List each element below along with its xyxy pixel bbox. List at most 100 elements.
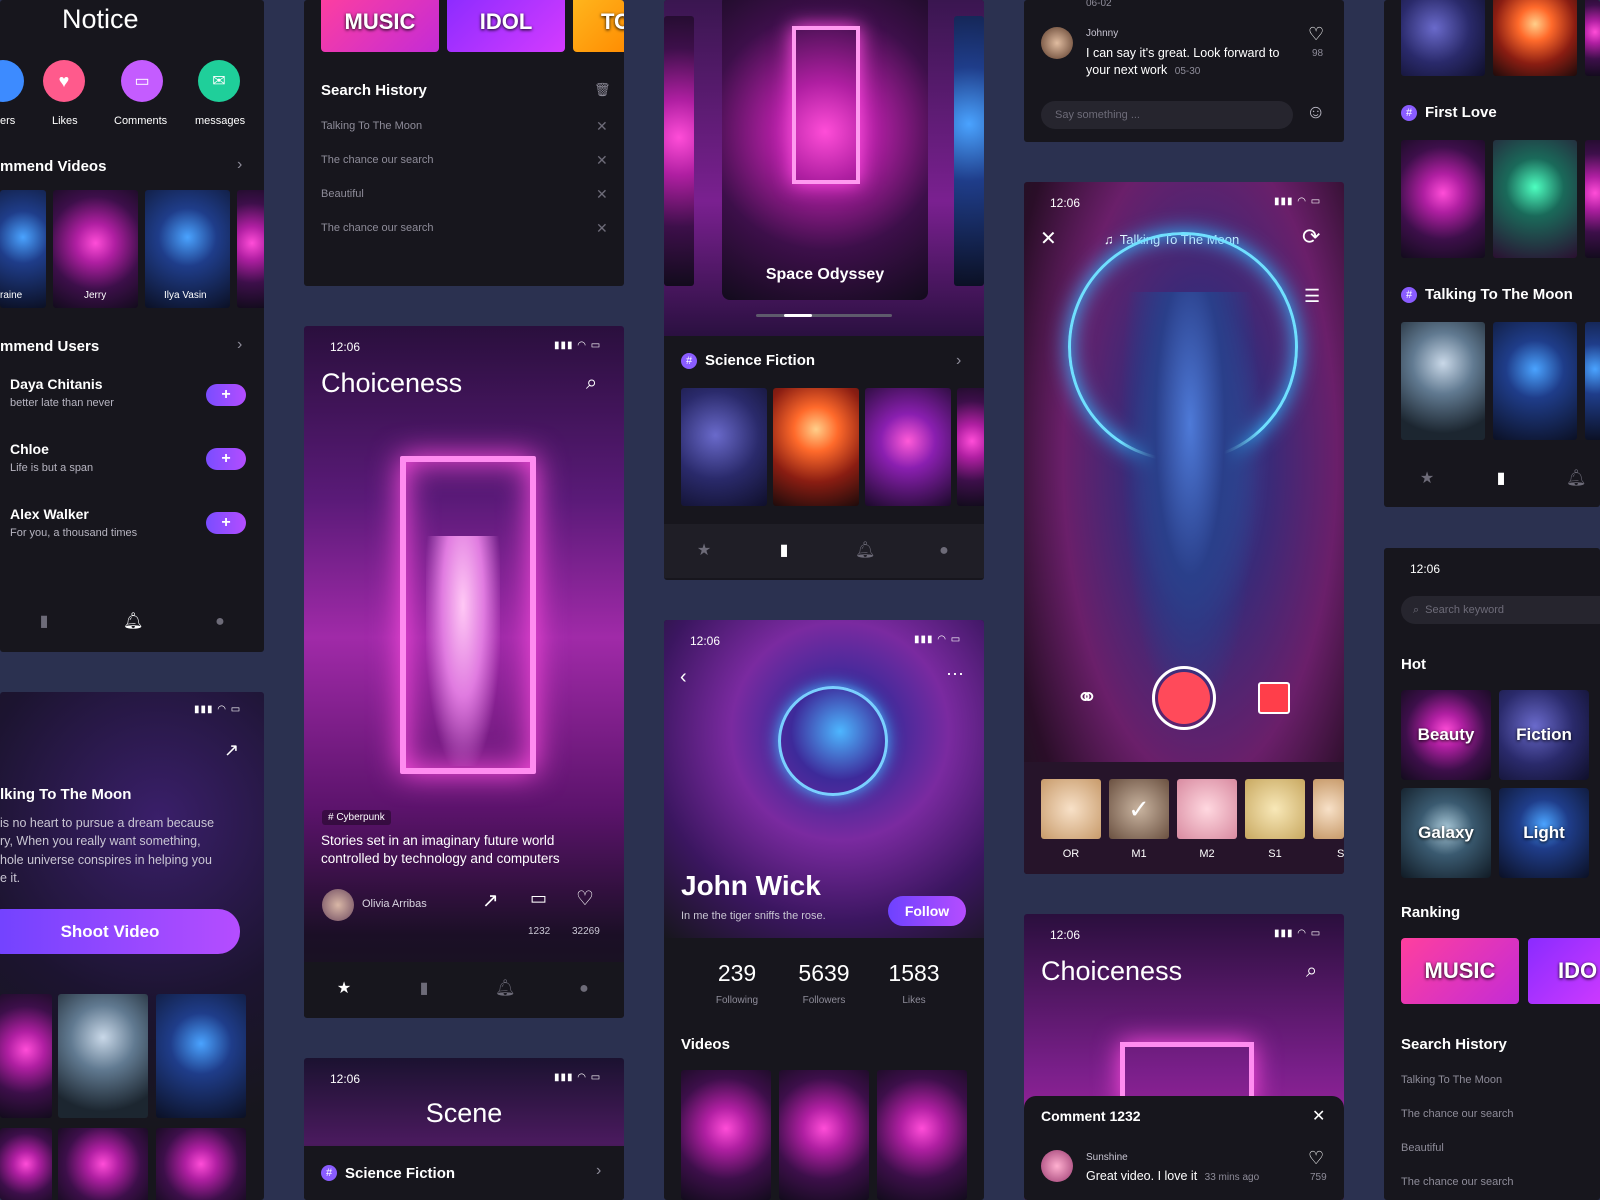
avatar[interactable] (322, 889, 354, 921)
video-nav-icon[interactable]: ▮ (1492, 470, 1510, 488)
gallery-icon[interactable] (1258, 682, 1290, 714)
video-thumb[interactable] (1585, 140, 1600, 258)
profile-nav-icon[interactable]: ● (211, 613, 229, 631)
share-icon[interactable]: ↗ (224, 740, 239, 761)
profile-nav-icon[interactable]: ● (935, 542, 953, 560)
close-icon[interactable]: ✕ (596, 152, 608, 169)
history-item[interactable]: Beautiful (321, 188, 364, 200)
trash-icon[interactable]: 🗑︎ (594, 82, 611, 98)
video-thumb[interactable] (156, 994, 246, 1118)
profile-nav-icon[interactable]: ● (575, 980, 593, 998)
shoot-video-button[interactable]: Shoot Video (0, 909, 240, 954)
follow-user-button[interactable]: + (206, 448, 246, 470)
hot-card[interactable]: Fiction (1499, 690, 1589, 780)
filter-thumb[interactable] (1041, 779, 1101, 839)
hot-card[interactable]: Beauty (1401, 690, 1491, 780)
to-tab[interactable]: TO (573, 0, 624, 52)
flip-camera-icon[interactable]: ⟳ (1302, 224, 1320, 250)
video-thumb[interactable] (865, 388, 951, 506)
chevron-right-icon[interactable]: › (237, 156, 242, 174)
section-header[interactable]: # Science Fiction (304, 1146, 624, 1200)
star-nav-icon[interactable]: ★ (335, 980, 353, 998)
idol-tab[interactable]: IDOL (447, 0, 565, 52)
adjust-icon[interactable]: ☰ (1304, 286, 1320, 307)
chevron-right-icon[interactable]: › (956, 352, 961, 370)
bell-nav-icon[interactable]: 🔔︎ (123, 613, 143, 631)
bell-nav-icon[interactable]: 🔔︎ (495, 980, 515, 998)
followers-shortcut[interactable] (0, 60, 24, 102)
video-thumb[interactable] (1401, 140, 1485, 258)
history-item[interactable]: The chance our search (1401, 1108, 1514, 1120)
video-thumb[interactable] (1585, 0, 1600, 76)
close-icon[interactable]: ✕ (596, 220, 608, 237)
ranking-card[interactable]: IDO (1528, 938, 1600, 1004)
bell-nav-icon[interactable]: 🔔︎ (1566, 470, 1586, 488)
hot-card[interactable]: Galaxy (1401, 788, 1491, 878)
stat-likes[interactable]: 1583 Likes (869, 960, 959, 1006)
history-item[interactable]: The chance our search (321, 222, 434, 234)
video-thumb[interactable] (1401, 322, 1485, 440)
bell-nav-icon[interactable]: 🔔︎ (855, 542, 875, 560)
likes-shortcut[interactable]: ♥ (43, 60, 85, 102)
video-thumb[interactable] (779, 1070, 869, 1200)
search-icon[interactable]: ⌕ (1306, 960, 1317, 983)
back-icon[interactable]: ‹ (680, 666, 687, 689)
close-icon[interactable]: ✕ (1040, 226, 1057, 251)
side-card[interactable] (954, 16, 984, 286)
comment-user[interactable]: Sunshine (1086, 1152, 1128, 1163)
stat-following[interactable]: 239 Following (692, 960, 782, 1006)
section-header[interactable]: # Science Fiction (681, 352, 815, 369)
video-thumb[interactable] (1401, 0, 1485, 76)
comment-input[interactable]: Say something ... (1041, 101, 1293, 129)
close-icon[interactable]: ✕ (1312, 1106, 1325, 1126)
video-thumb[interactable] (957, 388, 984, 506)
video-thumb[interactable] (58, 1128, 148, 1200)
follow-user-button[interactable]: + (206, 512, 246, 534)
filter-thumb[interactable] (1313, 779, 1344, 839)
follow-user-button[interactable]: + (206, 384, 246, 406)
chevron-right-icon[interactable]: › (237, 336, 242, 354)
messages-shortcut[interactable]: ✉ (198, 60, 240, 102)
history-item[interactable]: The chance our search (321, 154, 434, 166)
more-icon[interactable]: ⋯ (946, 664, 964, 685)
video-thumb[interactable] (1493, 0, 1577, 76)
heart-icon[interactable]: ♡ (1308, 24, 1324, 45)
video-thumb[interactable] (877, 1070, 967, 1200)
comment-user[interactable]: Johnny (1086, 28, 1118, 39)
hot-card[interactable]: Light (1499, 788, 1589, 878)
filter-thumb[interactable] (1245, 779, 1305, 839)
history-item[interactable]: The chance our search (1401, 1176, 1514, 1188)
effects-icon[interactable]: ⚭ (1076, 682, 1098, 713)
star-nav-icon[interactable]: ★ (695, 542, 713, 560)
video-nav-icon[interactable]: ▮ (35, 613, 53, 631)
author-name[interactable]: Olivia Arribas (362, 898, 427, 910)
video-thumb[interactable] (1493, 140, 1577, 258)
music-tab[interactable]: MUSIC (321, 0, 439, 52)
search-input[interactable]: ⌕ Search keyword (1401, 596, 1600, 624)
history-item[interactable]: Talking To The Moon (1401, 1074, 1502, 1086)
close-icon[interactable]: ✕ (596, 186, 608, 203)
stat-followers[interactable]: 5639 Followers (779, 960, 869, 1006)
video-thumb[interactable] (1585, 322, 1600, 440)
filter-thumb[interactable] (1177, 779, 1237, 839)
video-thumb[interactable] (681, 1070, 771, 1200)
share-icon[interactable]: ↗ (482, 888, 499, 913)
video-thumb[interactable] (773, 388, 859, 506)
video-thumb[interactable] (0, 1128, 52, 1200)
video-thumb[interactable] (237, 190, 264, 308)
side-card[interactable] (664, 16, 694, 286)
history-item[interactable]: Talking To The Moon (321, 120, 422, 132)
follow-button[interactable]: Follow (888, 896, 966, 926)
video-nav-icon[interactable]: ▮ (415, 980, 433, 998)
search-icon[interactable]: ⌕ (586, 372, 597, 395)
video-thumb[interactable] (0, 994, 52, 1118)
video-thumb[interactable] (681, 388, 767, 506)
history-item[interactable]: Beautiful (1401, 1142, 1444, 1154)
comments-shortcut[interactable]: ▭ (121, 60, 163, 102)
video-thumb[interactable] (1493, 322, 1577, 440)
video-nav-icon[interactable]: ▮ (775, 542, 793, 560)
video-thumb[interactable] (58, 994, 148, 1118)
star-nav-icon[interactable]: ★ (1418, 470, 1436, 488)
emoji-icon[interactable]: ☺ (1306, 102, 1325, 124)
comment-icon[interactable]: ▭ (530, 888, 547, 909)
